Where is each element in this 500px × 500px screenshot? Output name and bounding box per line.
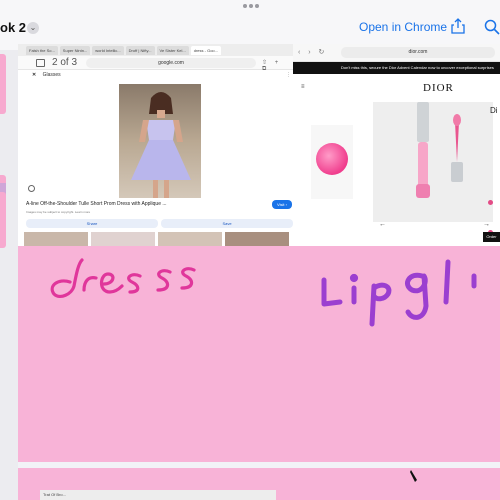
- lens-icon[interactable]: [28, 185, 35, 192]
- pasted-screenshot-preview[interactable]: Trat Of Bro...: [40, 490, 276, 500]
- close-icon[interactable]: ✕: [32, 72, 36, 78]
- pencil-tip-icon: [410, 470, 417, 482]
- browser-tab-active[interactable]: dress - Goo...: [190, 45, 221, 55]
- related-image[interactable]: [91, 232, 155, 246]
- shade-swatch[interactable]: [488, 200, 493, 205]
- page-counter: 2 of 3: [52, 57, 78, 68]
- browser-tab[interactable]: Super Nintn...: [59, 45, 91, 55]
- handwriting-area[interactable]: [18, 246, 500, 462]
- search-icon[interactable]: [484, 19, 500, 35]
- order-button[interactable]: Order: [483, 232, 500, 242]
- browser-tab[interactable]: Falsh the So...: [26, 45, 58, 55]
- back-forward-icon[interactable]: ‹ › ↻: [298, 48, 327, 56]
- related-images: [18, 232, 293, 246]
- page-thumbnail[interactable]: [0, 192, 6, 248]
- pasted-screenshot[interactable]: Falsh the So... Super Nintn... world Int…: [18, 44, 500, 246]
- lip-gloss-product-image[interactable]: Bestseller: [373, 102, 493, 222]
- image-viewer-header: ✕ Glasses ⋮: [32, 72, 291, 78]
- save-button[interactable]: Save: [161, 219, 293, 228]
- related-image[interactable]: [158, 232, 222, 246]
- dior-logo[interactable]: DIOR: [423, 82, 454, 94]
- page-thumbnail[interactable]: [0, 54, 6, 114]
- browser-nav-bar: 2 of 3 google.com ⇧ + ⧉: [18, 56, 293, 73]
- prev-arrow-icon[interactable]: ←: [379, 221, 386, 228]
- browser-tab[interactable]: Ve Sister Kel...: [156, 45, 189, 55]
- visit-button[interactable]: Visit ›: [272, 200, 292, 209]
- menu-icon[interactable]: ≡: [301, 84, 305, 90]
- browser-tab[interactable]: Droff | Nifty...: [125, 45, 155, 55]
- related-image[interactable]: [225, 232, 289, 246]
- lip-gloss-swatch-image[interactable]: [311, 125, 353, 199]
- promo-banner: Don't miss this, secure the Dior Advent …: [293, 62, 500, 74]
- notes-app: ok 2 ⌄ Open in Chrome Falsh the So... Su…: [0, 0, 500, 500]
- product-name: Di: [490, 106, 498, 115]
- image-source-label: Glasses: [42, 72, 61, 78]
- handwritten-dress: [50, 258, 196, 299]
- share-icon[interactable]: [451, 18, 465, 34]
- share-button[interactable]: Share: [26, 219, 158, 228]
- related-image[interactable]: [24, 232, 88, 246]
- notebook-title[interactable]: ok 2: [0, 20, 26, 35]
- browser-tab[interactable]: world Intellic...: [92, 45, 124, 55]
- gallery-nav: ← →: [375, 221, 493, 231]
- more-dots-icon[interactable]: [243, 4, 259, 8]
- more-options-icon[interactable]: ⋮: [286, 72, 291, 78]
- browser-actions-icon[interactable]: ⇧ + ⧉: [262, 59, 293, 73]
- chevron-down-icon[interactable]: ⌄: [27, 22, 39, 34]
- page-thumbnail-sidebar: [0, 50, 18, 500]
- open-in-chrome-button[interactable]: Open in Chrome: [359, 20, 447, 34]
- notebook-page[interactable]: Falsh the So... Super Nintn... world Int…: [18, 44, 500, 462]
- product-title[interactable]: A-line Off-the-Shoulder Tulle Short Prom…: [26, 201, 167, 207]
- address-bar[interactable]: dior.com: [341, 47, 495, 58]
- dress-image[interactable]: [119, 84, 201, 198]
- copyright-note: Images may be subject to copyright. Lear…: [26, 210, 91, 214]
- browser-tab-bar: Falsh the So... Super Nintn... world Int…: [18, 44, 293, 56]
- notebook-page-next[interactable]: Trat Of Bro...: [18, 468, 500, 500]
- sidebar-toggle-icon[interactable]: [36, 59, 45, 67]
- dior-product-details: Di: [488, 102, 500, 242]
- top-bar: ok 2 ⌄ Open in Chrome: [0, 0, 500, 50]
- handwritten-lipgloss: [321, 259, 477, 327]
- address-bar[interactable]: google.com: [86, 58, 256, 68]
- dior-browser-bar: ‹ › ↻ dior.com: [293, 44, 500, 62]
